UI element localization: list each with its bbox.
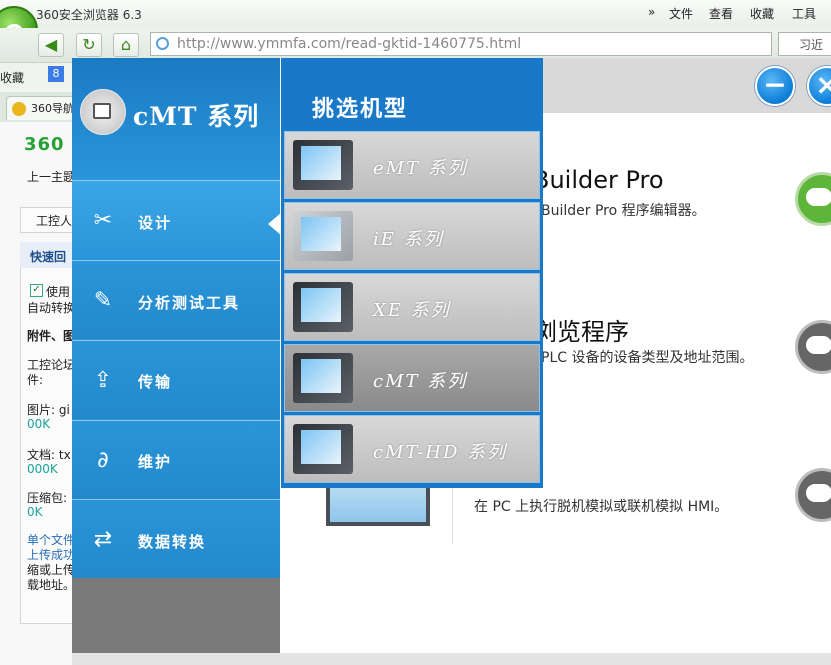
refresh-button[interactable]: ↻ <box>76 33 102 57</box>
cmt-thumbnail-icon <box>293 353 353 403</box>
address-bar[interactable]: http://www.ymmfa.com/read-gktid-1460775.… <box>150 32 772 56</box>
sidebar-label-analysis: 分析测试工具 <box>138 294 241 312</box>
hmi-series-icon[interactable] <box>80 89 126 135</box>
sidebar-footer <box>72 578 280 653</box>
board-label: 工控人 <box>36 214 73 228</box>
address-host: http://www.ymmfa.com <box>177 36 341 52</box>
analysis-icon: ✎ <box>93 288 113 313</box>
image-size-label: 图片: gi <box>27 403 70 417</box>
site-brand: 360 <box>24 134 65 155</box>
sidebar-label-data-convert: 数据转换 <box>138 533 207 551</box>
attachments-title: 附件、图 <box>27 329 76 343</box>
model-xe[interactable]: XE 系列 <box>284 273 540 341</box>
emt-thumbnail-icon <box>293 140 353 190</box>
model-emt[interactable]: eMT 系列 <box>284 131 540 199</box>
maintenance-icon: ∂ <box>97 448 109 473</box>
sidebar-label-transfer: 传输 <box>138 373 173 391</box>
doc-size-value: 000K <box>27 462 58 476</box>
use-checkbox[interactable]: ✓ <box>30 284 43 297</box>
ie-thumbnail-icon <box>293 211 353 261</box>
model-label-emt: eMT 系列 <box>373 158 468 179</box>
browse-program-desc: PLC 设备的设备类型及地址范围。 <box>541 350 754 366</box>
data-convert-icon: ⇄ <box>93 527 113 552</box>
browse-program-title[interactable]: 浏览程序 <box>533 312 629 347</box>
model-cmt[interactable]: cMT 系列 <box>284 344 540 412</box>
simulation-desc: 在 PC 上执行脱机模拟或联机模拟 HMI。 <box>474 499 729 515</box>
design-icon: ✂ <box>93 208 113 233</box>
archive-size-label: 压缩包: <box>27 491 68 505</box>
minimize-button[interactable]: − <box>755 66 795 106</box>
address-path: /read-gktid-1460775.html <box>340 36 522 52</box>
builder-pro-title[interactable]: Builder Pro <box>533 166 664 194</box>
tab-360-nav[interactable]: 360导航 <box>6 96 76 120</box>
menu-tools[interactable]: 工具 <box>792 5 816 22</box>
transfer-icon: ⇪ <box>93 368 113 393</box>
prev-topic-link[interactable]: 上一主题 <box>27 168 75 185</box>
favorites-button[interactable]: 收藏 <box>0 69 24 86</box>
model-ie[interactable]: iE 系列 <box>284 202 540 270</box>
search-text: 习近 <box>799 38 824 52</box>
menu-view[interactable]: 查看 <box>709 5 733 22</box>
menu-chevron-icon[interactable]: » <box>648 5 655 19</box>
model-label-cmt: cMT 系列 <box>373 371 468 392</box>
image-size-value: 00K <box>27 417 51 431</box>
series-title[interactable]: cMT 系列 <box>133 97 259 133</box>
address-text: http://www.ymmfa.com/read-gktid-1460775.… <box>177 36 521 52</box>
sidebar-label-design: 设计 <box>138 214 173 232</box>
back-button[interactable]: ◀ <box>38 33 64 57</box>
xe-thumbnail-icon <box>293 282 353 332</box>
sidebar-label-maintenance: 维护 <box>138 453 173 471</box>
quick-reply-title: 快速回 <box>30 250 67 264</box>
app-bottom-bar <box>72 653 831 665</box>
active-pointer-icon <box>268 212 282 236</box>
tab-label: 360导航 <box>31 102 74 115</box>
cmt-hd-thumbnail-icon <box>293 424 353 474</box>
home-button[interactable]: ⌂ <box>113 33 139 57</box>
model-label-cmt-hd: cMT-HD 系列 <box>373 442 508 463</box>
model-label-xe: XE 系列 <box>373 300 451 321</box>
menu-file[interactable]: 文件 <box>669 5 693 22</box>
model-cmt-hd[interactable]: cMT-HD 系列 <box>284 415 540 483</box>
picker-title: 挑选机型 <box>312 96 409 122</box>
auto-convert-label: 自动转换 <box>27 301 76 315</box>
menu-favorites[interactable]: 收藏 <box>750 5 774 22</box>
browser-title: 360安全浏览器 6.3 <box>36 8 142 22</box>
archive-size-value: 0K <box>27 505 43 519</box>
doc-size-label: 文档: tx <box>27 448 71 462</box>
tab-favicon-icon <box>12 102 26 116</box>
use-label: 使用 <box>46 285 71 299</box>
builder-pro-desc: Builder Pro 程序编辑器。 <box>541 203 706 219</box>
forum-text-2: 件: <box>27 373 44 387</box>
model-label-ie: iE 系列 <box>373 229 444 250</box>
google-icon[interactable]: 8 <box>48 66 64 82</box>
search-box[interactable]: 习近 <box>778 32 831 56</box>
page-info-icon <box>156 37 169 50</box>
notice-line-4: 载地址。 <box>27 578 76 592</box>
